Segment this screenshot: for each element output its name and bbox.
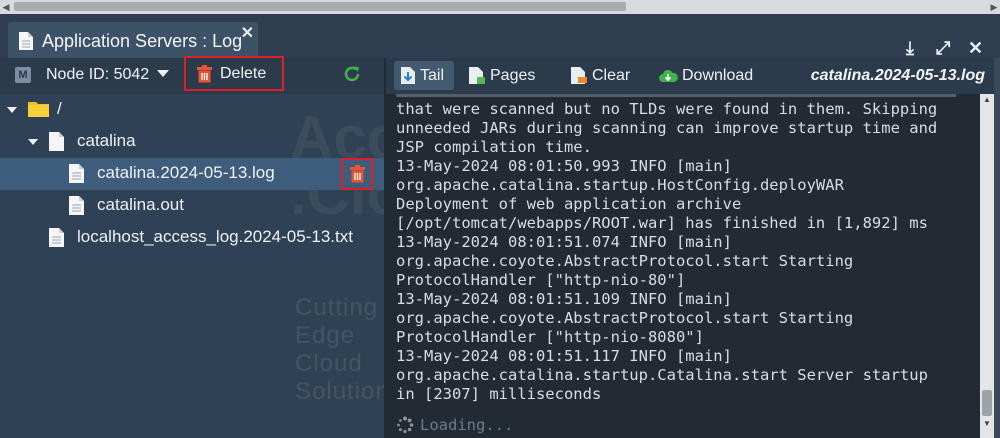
log-line: org.apache.coyote.AbstractProtocol.start…	[396, 252, 854, 270]
tree-item-localhost-access-log[interactable]: localhost_access_log.2024-05-13.txt	[0, 222, 384, 254]
pages-icon	[469, 67, 485, 84]
row-delete-button[interactable]	[341, 158, 373, 190]
scrollbar-thumb[interactable]	[982, 390, 992, 416]
log-line: that were scanned but no TLDs were found…	[396, 100, 938, 118]
log-line: 13-May-2024 08:01:51.117 INFO [main]	[396, 347, 732, 365]
tab-close-icon[interactable]: ✕	[241, 23, 254, 43]
node-badge-icon: M	[15, 67, 31, 83]
right-edge	[994, 58, 1000, 438]
trash-icon	[349, 165, 365, 183]
scroll-left-arrow-icon[interactable]: ◀	[0, 0, 12, 14]
log-line: org.apache.catalina.startup.HostConfig.d…	[396, 176, 844, 194]
log-view[interactable]: that were scanned but no TLDs were found…	[386, 94, 980, 438]
log-line: ProtocolHandler ["http-nio-8080"]	[396, 328, 704, 346]
tree-item-root[interactable]: /	[0, 94, 384, 126]
log-line: 13-May-2024 08:01:50.993 INFO [main]	[396, 157, 732, 175]
scrollbar-thumb[interactable]	[14, 2, 626, 11]
file-icon	[49, 228, 64, 247]
clear-icon	[571, 67, 587, 84]
log-line: in [2307] milliseconds	[396, 385, 602, 403]
download-icon[interactable]: ⤓	[906, 38, 914, 59]
clear-button[interactable]: Clear	[570, 61, 640, 90]
log-line: org.apache.coyote.AbstractProtocol.start…	[396, 309, 854, 327]
expand-caret-icon[interactable]	[7, 107, 17, 113]
file-icon	[69, 196, 84, 215]
cloud-download-icon	[659, 69, 678, 82]
tree-item-label: localhost_access_log.2024-05-13.txt	[77, 227, 353, 246]
scroll-up-arrow-icon[interactable]: ▲	[980, 94, 994, 106]
download-button[interactable]: Download	[658, 61, 758, 90]
tree-item-label: /	[57, 99, 62, 118]
folder-icon	[28, 102, 49, 117]
tail-button[interactable]: Tail	[394, 61, 454, 90]
scroll-right-arrow-icon[interactable]: ▶	[988, 0, 1000, 14]
log-line: unneeded JARs during scanning can improv…	[396, 119, 938, 137]
tree-item-catalina-out[interactable]: catalina.out	[0, 190, 384, 222]
document-icon	[19, 32, 33, 50]
chevron-down-icon[interactable]	[157, 70, 169, 77]
tree-item-catalina[interactable]: catalina	[0, 126, 384, 158]
log-line: Deployment of web application archive	[396, 195, 742, 213]
log-line: [/opt/tomcat/webapps/ROOT.war] has finis…	[396, 214, 928, 232]
file-tree: AccuWeb.Cloud Cutting Edge Cloud Solutio…	[0, 94, 384, 438]
log-line: 13-May-2024 08:01:51.074 INFO [main]	[396, 233, 732, 251]
pages-button[interactable]: Pages	[468, 61, 543, 90]
log-content: that were scanned but no TLDs were found…	[396, 100, 937, 404]
log-line: 13-May-2024 08:01:51.109 INFO [main]	[396, 290, 732, 308]
refresh-icon[interactable]	[342, 64, 362, 84]
tree-item-label: catalina.2024-05-13.log	[97, 163, 275, 182]
file-icon	[49, 132, 64, 151]
close-window-icon[interactable]: ✕	[968, 38, 983, 59]
tree-item-label: catalina	[77, 131, 136, 150]
log-line: org.apache.catalina.startup.Catalina.sta…	[396, 366, 928, 384]
log-toolbar: Tail Pages Clear Download catalina.2024-…	[386, 58, 1000, 94]
watermark-tagline: Cutting Edge Cloud Solutions	[295, 294, 384, 405]
expand-caret-icon[interactable]	[28, 139, 38, 145]
tab-application-servers-log[interactable]: Application Servers : Log ✕	[8, 22, 258, 60]
log-line: JSP compilation time.	[396, 138, 592, 156]
loading-indicator: Loading...	[396, 416, 513, 434]
tab-title: Application Servers : Log	[42, 30, 243, 51]
tree-item-label: catalina.out	[97, 195, 184, 214]
node-selector[interactable]: Node ID: 5042	[46, 66, 149, 84]
tree-item-catalina-log[interactable]: catalina.2024-05-13.log	[0, 158, 384, 190]
trash-icon	[197, 64, 212, 82]
log-line: ProtocolHandler ["http-nio-80"]	[396, 271, 686, 289]
vertical-scrollbar[interactable]: ▲ ▼	[980, 94, 994, 438]
delete-button-label: Delete	[220, 64, 267, 82]
expand-icon[interactable]: ⤢	[936, 38, 950, 59]
delete-button[interactable]: Delete	[184, 56, 284, 91]
spinner-icon	[397, 416, 414, 434]
tab-bar: Application Servers : Log ✕ ⤓ ⤢ ✕	[0, 14, 1000, 60]
scroll-down-arrow-icon[interactable]: ▼	[980, 418, 994, 430]
log-file-title: catalina.2024-05-13.log	[810, 67, 985, 84]
horizontal-scrollbar[interactable]: ◀ ▶	[0, 0, 1000, 14]
tail-icon	[401, 67, 415, 84]
file-icon	[69, 164, 84, 183]
